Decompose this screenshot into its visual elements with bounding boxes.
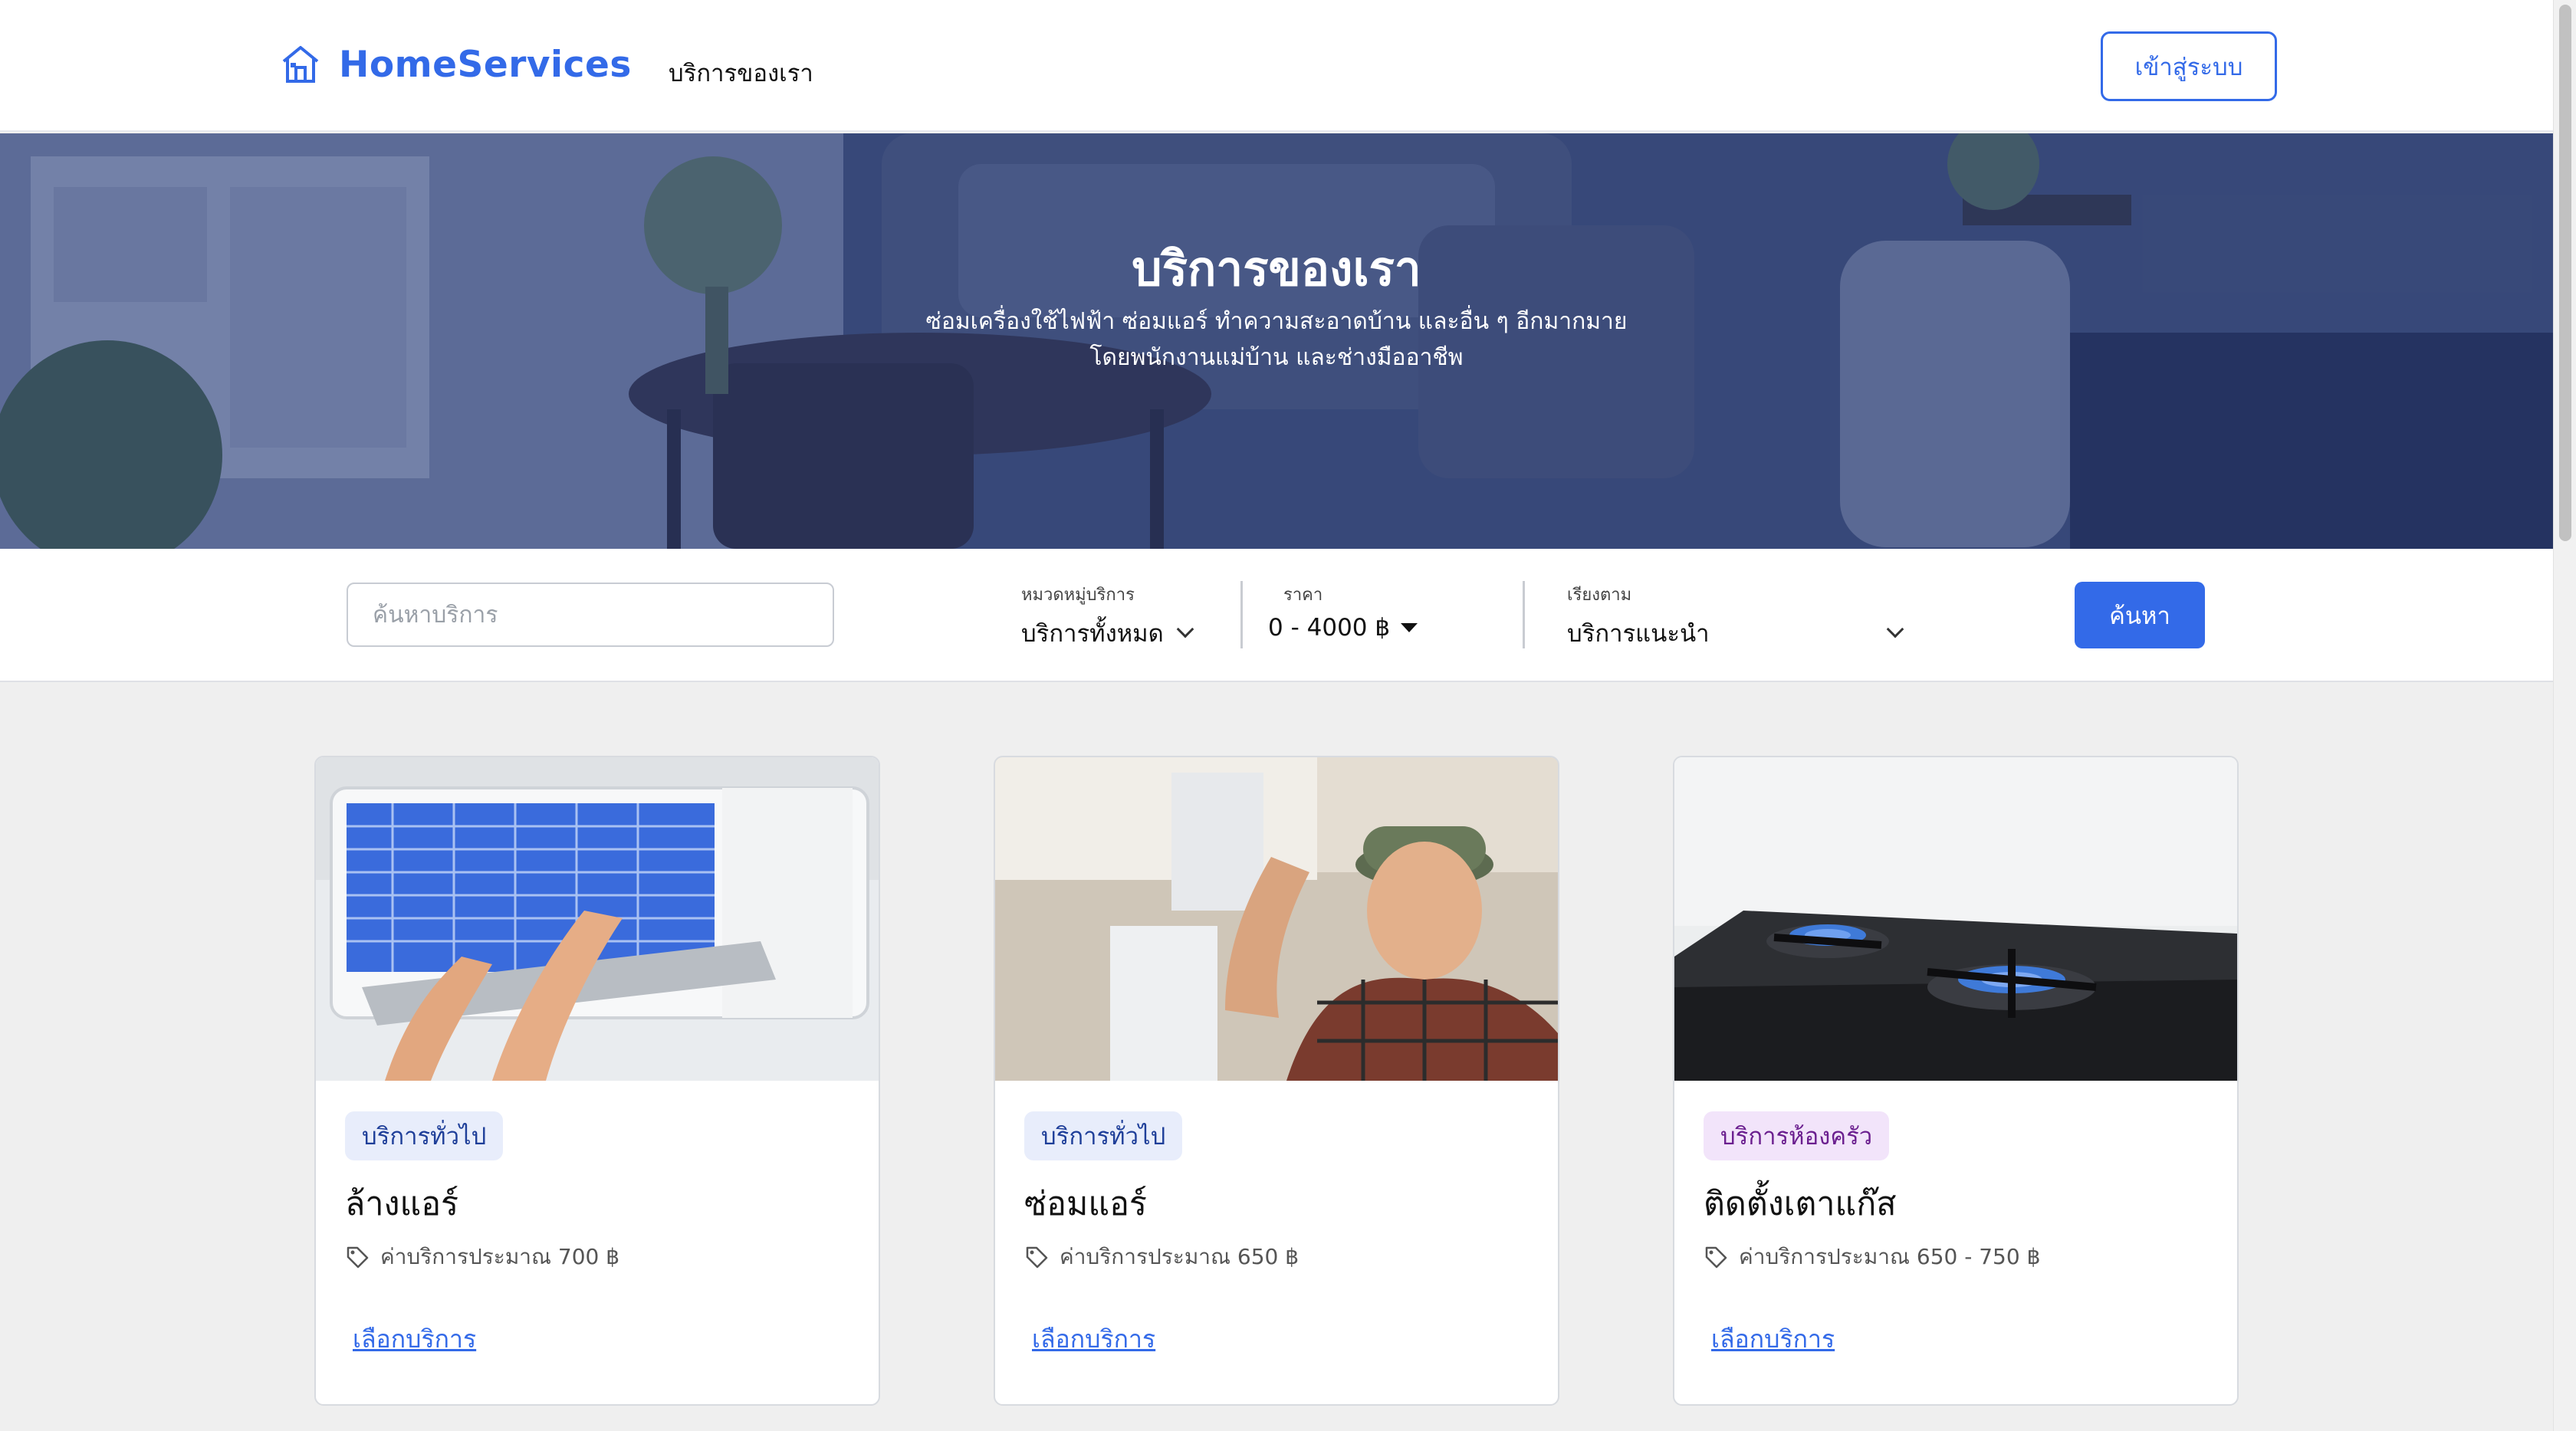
price-filter[interactable]: ราคา 0 - 4000 ฿ <box>1268 581 1418 642</box>
page: HomeServices บริการของเรา เข้าสู่ระบบ บร… <box>0 0 2576 1431</box>
price-filter-value: 0 - 4000 ฿ <box>1268 614 1391 642</box>
service-price: ค่าบริการประมาณ 650 ฿ <box>1024 1240 1299 1274</box>
service-price-text: ค่าบริการประมาณ 650 ฿ <box>1060 1244 1300 1269</box>
service-image-gas-stove <box>1674 757 2237 1081</box>
price-tag-icon <box>1026 1246 1048 1269</box>
service-card: บริการทั่วไป ซ่อมแอร์ ค่าบริการประมาณ 65… <box>994 756 1559 1406</box>
category-badge: บริการทั่วไป <box>345 1111 504 1160</box>
hero-subtitle-line2: โดยพนักงานแม่บ้าน และช่างมืออาชีพ <box>1089 344 1464 371</box>
price-filter-label: ราคา <box>1283 586 1323 605</box>
service-price: ค่าบริการประมาณ 700 ฿ <box>345 1240 619 1274</box>
filter-divider <box>1240 581 1243 648</box>
sort-filter-label: เรียงตาม <box>1567 586 1632 605</box>
scrollbar-thumb[interactable] <box>2559 5 2571 541</box>
price-tag-icon <box>1705 1246 1727 1269</box>
category-badge: บริการทั่วไป <box>1024 1111 1183 1160</box>
caret-down-icon <box>1401 623 1418 632</box>
house-icon <box>282 46 319 83</box>
service-image-aircon-cleaning <box>316 757 879 1081</box>
page-scrollbar[interactable] <box>2553 0 2576 1431</box>
sort-filter-value: บริการแนะนำ <box>1567 620 1710 648</box>
brand-name: HomeServices <box>339 43 632 86</box>
sort-filter[interactable]: เรียงตาม บริการแนะนำ <box>1567 581 1904 652</box>
navbar: HomeServices บริการของเรา เข้าสู่ระบบ <box>0 0 2553 132</box>
service-title: ล้างแอร์ <box>345 1185 459 1223</box>
select-service-link[interactable]: เลือกบริการ <box>1711 1320 1835 1359</box>
brand-logo[interactable]: HomeServices <box>279 43 632 86</box>
service-card: บริการทั่วไป ล้างแอร์ ค่าบริการประมาณ 70… <box>314 756 880 1406</box>
chevron-down-icon <box>1176 620 1194 638</box>
hero-title: บริการของเรา <box>1132 241 1421 297</box>
hero-subtitle-line1: ซ่อมเครื่องใช้ไฟฟ้า ซ่อมแอร์ ทำความสะอาด… <box>925 308 1628 335</box>
service-price-text: ค่าบริการประมาณ 700 ฿ <box>380 1244 620 1269</box>
chevron-down-icon <box>1886 620 1904 638</box>
category-filter-value: บริการทั้งหมด <box>1021 620 1164 648</box>
search-input[interactable] <box>347 583 834 647</box>
nav-link-our-services[interactable]: บริการของเรา <box>669 54 813 92</box>
price-tag-icon <box>347 1246 369 1269</box>
category-filter-label: หมวดหมู่บริการ <box>1021 586 1135 605</box>
login-button[interactable]: เข้าสู่ระบบ <box>2101 31 2277 101</box>
hero-subtitle: ซ่อมเครื่องใช้ไฟฟ้า ซ่อมแอร์ ทำความสะอาด… <box>0 304 2553 376</box>
service-price-text: ค่าบริการประมาณ 650 - 750 ฿ <box>1739 1244 2041 1269</box>
category-filter[interactable]: หมวดหมู่บริการ บริการทั้งหมด <box>1021 581 1194 652</box>
select-service-link[interactable]: เลือกบริการ <box>353 1320 476 1359</box>
service-title: ซ่อมแอร์ <box>1024 1185 1147 1223</box>
select-service-link[interactable]: เลือกบริการ <box>1032 1320 1155 1359</box>
service-title: ติดตั้งเตาแก๊ส <box>1704 1185 1897 1223</box>
category-badge: บริการห้องครัว <box>1704 1111 1890 1160</box>
service-price: ค่าบริการประมาณ 650 - 750 ฿ <box>1704 1240 2040 1274</box>
filter-divider <box>1523 581 1525 648</box>
service-card: บริการห้องครัว ติดตั้งเตาแก๊ส ค่าบริการป… <box>1673 756 2239 1406</box>
search-button[interactable]: ค้นหา <box>2075 582 2205 648</box>
hero-banner: บริการของเรา ซ่อมเครื่องใช้ไฟฟ้า ซ่อมแอร… <box>0 133 2553 549</box>
service-image-aircon-repair <box>995 757 1558 1081</box>
filter-bar: หมวดหมู่บริการ บริการทั้งหมด ราคา 0 - 40… <box>0 549 2553 682</box>
